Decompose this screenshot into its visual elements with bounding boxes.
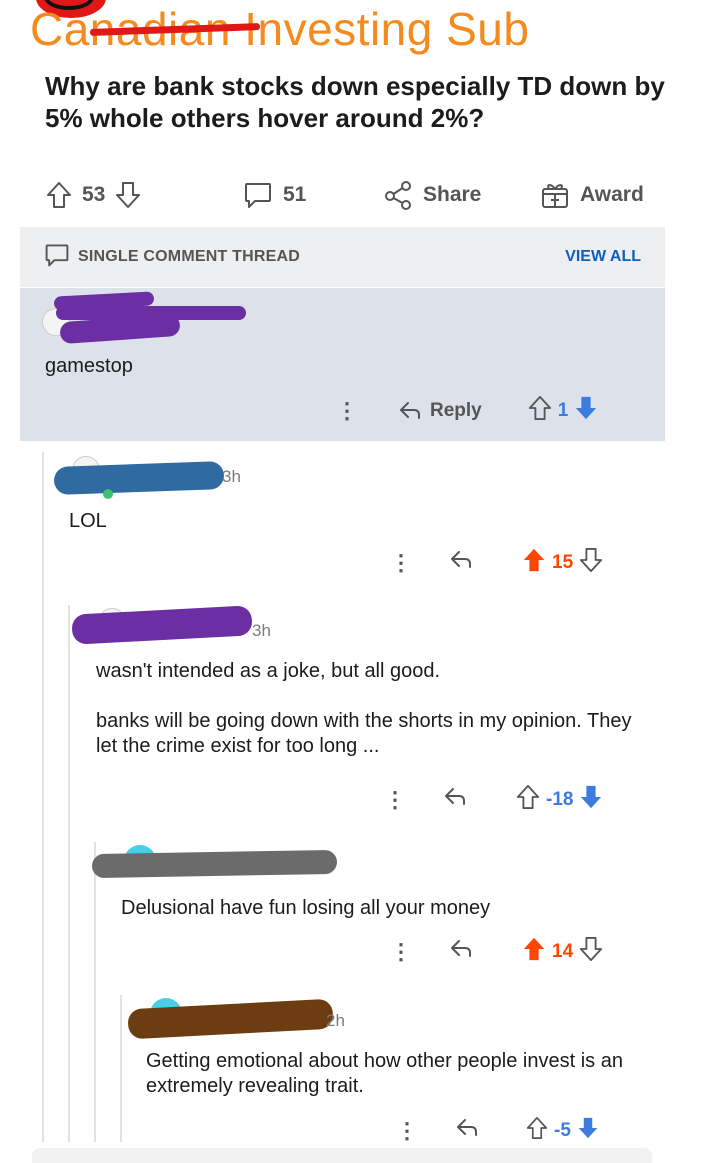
- downvote-icon[interactable]: [115, 181, 141, 209]
- share-label: Share: [423, 183, 482, 206]
- comment-actions: ⋮ Reply 1: [332, 396, 598, 426]
- more-options-icon[interactable]: ⋮: [392, 1118, 422, 1144]
- comment-icon: [243, 180, 273, 210]
- upvote-icon[interactable]: [516, 784, 540, 816]
- thread-line: [42, 452, 44, 1142]
- comment-score: 1: [557, 400, 569, 421]
- upvote-icon[interactable]: [522, 936, 546, 968]
- comment-actions: ⋮ -5: [392, 1116, 599, 1146]
- comment-icon: [44, 242, 70, 273]
- upvote-icon[interactable]: [528, 395, 552, 427]
- more-options-icon[interactable]: ⋮: [386, 550, 416, 576]
- post-vote-count: 53: [82, 183, 106, 206]
- comment-time: 3h: [222, 467, 241, 486]
- share-button[interactable]: Share: [383, 172, 481, 218]
- comment-text: Getting emotional about how other people…: [146, 1050, 623, 1097]
- online-status-dot: [103, 489, 113, 499]
- comments-button[interactable]: 51: [243, 172, 306, 218]
- share-icon: [383, 180, 413, 210]
- thread-label: SINGLE COMMENT THREAD: [78, 248, 300, 265]
- subreddit-banner: Canadian Investing Sub: [0, 0, 720, 60]
- comment-text: Delusional have fun losing all your mone…: [121, 897, 491, 919]
- redacted-username: [53, 461, 225, 495]
- upvote-icon[interactable]: [526, 1116, 548, 1146]
- redacted-username: [71, 605, 253, 645]
- comment-actions: ⋮ 14: [386, 937, 603, 967]
- thread-line: [94, 842, 96, 1142]
- highlighted-comment: gamestop ⋮ Reply 1: [20, 288, 665, 441]
- downvote-icon[interactable]: [579, 936, 603, 968]
- reply-input-bar[interactable]: [32, 1148, 652, 1163]
- downvote-icon[interactable]: [574, 395, 598, 427]
- award-icon: [540, 180, 570, 210]
- comment-text: LOL: [69, 510, 107, 532]
- reply-button[interactable]: Reply: [398, 400, 482, 422]
- comment-actions: ⋮ 15: [386, 548, 603, 578]
- upvote-icon[interactable]: [46, 181, 72, 209]
- redacted-username: [91, 849, 338, 879]
- downvote-icon[interactable]: [579, 784, 603, 816]
- comment-text: wasn't intended as a joke, but all good.…: [96, 660, 632, 757]
- comment-score: -5: [554, 1120, 571, 1141]
- reply-icon[interactable]: [448, 938, 474, 966]
- upvote-icon[interactable]: [522, 547, 546, 579]
- reply-icon: [400, 402, 420, 419]
- comment-score: -18: [546, 789, 574, 810]
- single-thread-header: SINGLE COMMENT THREAD VIEW ALL: [20, 227, 665, 287]
- more-options-icon[interactable]: ⋮: [332, 398, 362, 424]
- thread-line: [68, 605, 70, 1142]
- more-options-icon[interactable]: ⋮: [380, 787, 410, 813]
- comment-text: gamestop: [45, 355, 133, 377]
- post-action-bar: 53 51 Share Award: [0, 172, 720, 218]
- comment-time: 2h: [326, 1011, 345, 1030]
- award-button[interactable]: Award: [540, 172, 644, 218]
- reply-icon[interactable]: [442, 786, 468, 814]
- comment-actions: ⋮ -18: [380, 785, 603, 815]
- reply-icon[interactable]: [448, 549, 474, 577]
- reply-icon[interactable]: [454, 1117, 480, 1145]
- comment-time: 3h: [252, 621, 271, 640]
- comment-score: 14: [552, 941, 574, 962]
- thread-line: [120, 995, 122, 1142]
- more-options-icon[interactable]: ⋮: [386, 939, 416, 965]
- comment-score: 15: [552, 552, 574, 573]
- post-title: Why are bank stocks down especially TD d…: [45, 71, 665, 133]
- comment-count: 51: [283, 183, 307, 206]
- view-all-link[interactable]: VIEW ALL: [565, 248, 641, 266]
- downvote-icon[interactable]: [579, 547, 603, 579]
- award-label: Award: [580, 183, 644, 206]
- post-vote-group: 53: [46, 172, 141, 218]
- reply-label: Reply: [430, 400, 482, 421]
- downvote-icon[interactable]: [577, 1116, 599, 1146]
- thread-label-group: SINGLE COMMENT THREAD: [44, 242, 300, 273]
